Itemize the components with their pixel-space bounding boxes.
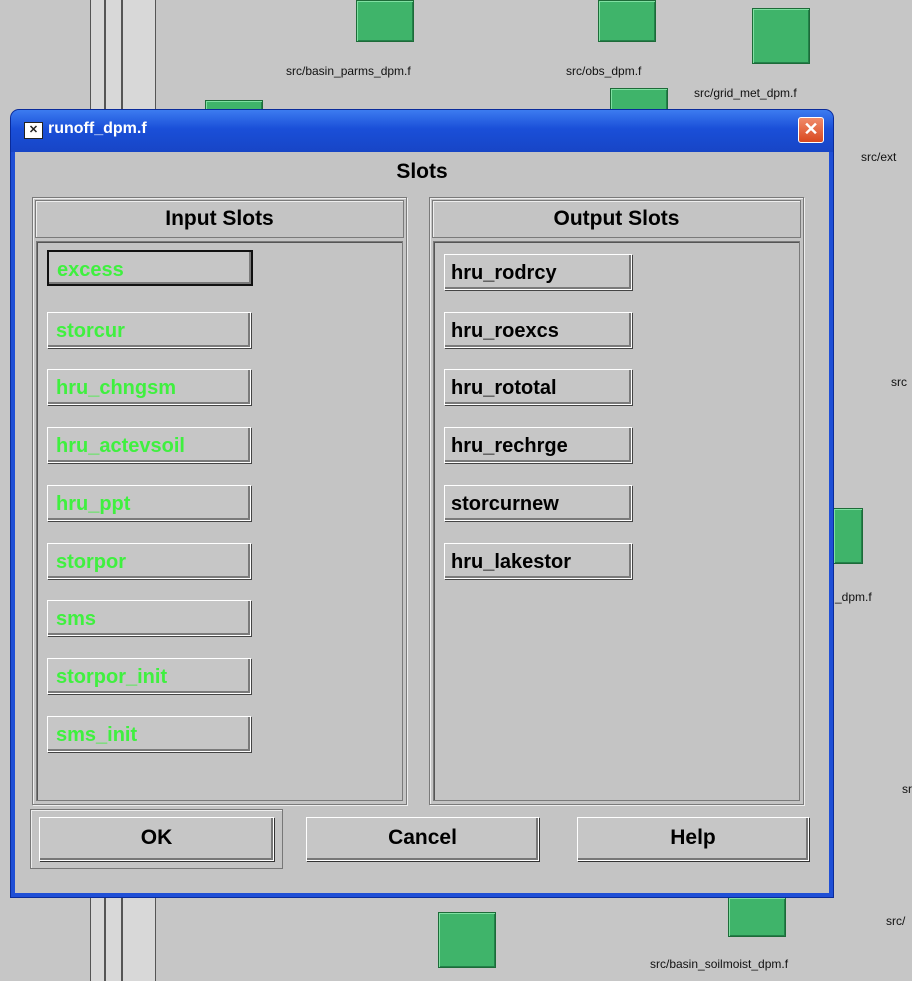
input-slot-storpor[interactable]: storpor bbox=[47, 543, 251, 579]
input-slot-hru-chngsm[interactable]: hru_chngsm bbox=[47, 369, 251, 405]
output-slot-hru-roexcs[interactable]: hru_roexcs bbox=[444, 312, 632, 348]
module-label: sr bbox=[902, 782, 912, 796]
output-slot-hru-rodrcy[interactable]: hru_rodrcy bbox=[444, 254, 632, 290]
x-app-icon: ✕ bbox=[24, 122, 43, 139]
window-title: runoff_dpm.f bbox=[48, 120, 147, 137]
output-slots-panel: Output Slots hru_rodrcy hru_roexcs hru_r… bbox=[429, 197, 804, 805]
output-slots-list: hru_rodrcy hru_roexcs hru_rototal hru_re… bbox=[433, 241, 800, 801]
module-label: src/basin_soilmoist_dpm.f bbox=[650, 957, 789, 971]
input-slot-hru-ppt[interactable]: hru_ppt bbox=[47, 485, 251, 521]
wire-line bbox=[121, 0, 123, 110]
wire-bar bbox=[90, 897, 156, 981]
wire-bar bbox=[90, 0, 156, 110]
input-slot-sms-init[interactable]: sms_init bbox=[47, 716, 251, 752]
ok-button[interactable]: OK bbox=[39, 817, 274, 861]
dialog-body: Slots Input Slots excess storcur hru_chn… bbox=[15, 152, 829, 893]
help-button[interactable]: Help bbox=[577, 817, 809, 861]
input-slots-list: excess storcur hru_chngsm hru_actevsoil … bbox=[36, 241, 403, 801]
input-slot-storpor-init[interactable]: storpor_init bbox=[47, 658, 251, 694]
module-label: _dpm.f bbox=[835, 590, 872, 604]
module-node[interactable] bbox=[356, 0, 414, 42]
output-slot-hru-rototal[interactable]: hru_rototal bbox=[444, 369, 632, 405]
module-label: src bbox=[891, 375, 907, 389]
module-node[interactable] bbox=[752, 8, 810, 64]
output-slot-storcurnew[interactable]: storcurnew bbox=[444, 485, 632, 521]
input-slots-header: Input Slots bbox=[35, 200, 404, 238]
wire-line bbox=[104, 897, 106, 981]
input-slot-excess[interactable]: excess bbox=[47, 250, 253, 286]
module-node[interactable] bbox=[438, 912, 496, 968]
close-button[interactable]: ✕ bbox=[798, 117, 824, 143]
cancel-button[interactable]: Cancel bbox=[306, 817, 539, 861]
output-slots-header: Output Slots bbox=[432, 200, 801, 238]
input-slot-hru-actevsoil[interactable]: hru_actevsoil bbox=[47, 427, 251, 463]
module-label: src/ext bbox=[861, 150, 897, 164]
title-bar[interactable]: ✕ runoff_dpm.f ✕ bbox=[11, 110, 833, 152]
input-slots-panel: Input Slots excess storcur hru_chngsm hr… bbox=[32, 197, 407, 805]
module-node[interactable] bbox=[728, 897, 786, 937]
wire-line bbox=[121, 897, 123, 981]
input-slot-storcur[interactable]: storcur bbox=[47, 312, 251, 348]
module-label: src/ bbox=[886, 914, 906, 928]
slots-dialog: ✕ runoff_dpm.f ✕ Slots Input Slots exces… bbox=[11, 110, 833, 897]
section-title: Slots bbox=[396, 160, 448, 183]
module-node[interactable] bbox=[833, 508, 863, 564]
module-label: src/basin_parms_dpm.f bbox=[286, 64, 411, 78]
input-slot-sms[interactable]: sms bbox=[47, 600, 251, 636]
module-node[interactable] bbox=[598, 0, 656, 42]
output-slot-hru-rechrge[interactable]: hru_rechrge bbox=[444, 427, 632, 463]
module-label: src/obs_dpm.f bbox=[566, 64, 642, 78]
output-slot-hru-lakestor[interactable]: hru_lakestor bbox=[444, 543, 632, 579]
wire-line bbox=[104, 0, 106, 110]
module-node[interactable] bbox=[610, 88, 668, 112]
module-label: src/grid_met_dpm.f bbox=[694, 86, 797, 100]
